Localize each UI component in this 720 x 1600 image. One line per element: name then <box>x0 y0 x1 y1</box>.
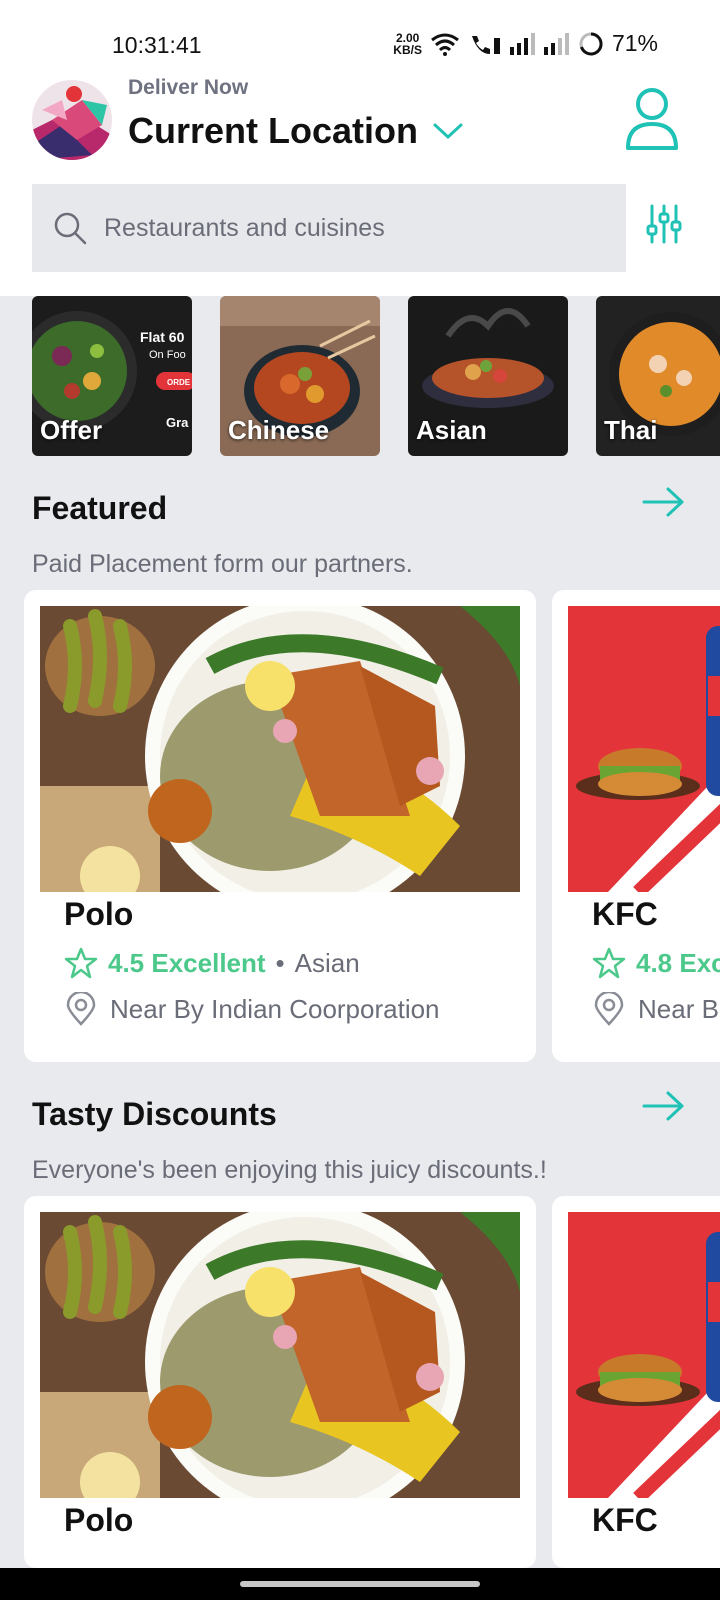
offer-banner-title: Flat 60 <box>140 329 185 345</box>
system-nav-bar <box>0 1568 720 1600</box>
restaurant-rating: 4.5 Excellent • Asian <box>64 946 360 980</box>
offer-banner-button: ORDE <box>167 378 191 387</box>
rating-value: 4.8 Exc <box>636 947 720 978</box>
signal-icon-sim1 <box>509 32 535 55</box>
search-icon <box>54 212 87 245</box>
battery-level: 71% <box>611 30 658 56</box>
deliver-label: Deliver Now <box>128 76 249 99</box>
profile-icon[interactable] <box>624 86 680 152</box>
category-label: Offer <box>40 415 103 445</box>
restaurant-card[interactable]: Polo <box>24 1196 536 1568</box>
featured-arrow-icon[interactable] <box>642 486 686 518</box>
discounts-subtitle: Everyone's been enjoying this juicy disc… <box>32 1156 547 1184</box>
restaurant-image <box>40 1212 520 1498</box>
restaurant-name: KFC <box>592 1502 658 1538</box>
offer-banner-extra: Gra <box>166 415 189 430</box>
status-time: 10:31:41 <box>112 32 202 58</box>
filter-icon[interactable] <box>646 204 682 244</box>
status-icons: 2.00 KB/S 71% <box>393 30 658 57</box>
star-icon <box>64 947 98 979</box>
restaurant-location: Near B <box>594 992 719 1026</box>
rating-value: 4.5 Excellent <box>108 947 266 978</box>
search-input[interactable]: Restaurants and cuisines <box>104 214 385 243</box>
star-icon <box>592 947 626 979</box>
restaurant-name: KFC <box>592 896 658 932</box>
discounts-title: Tasty Discounts <box>32 1096 277 1132</box>
restaurant-image <box>40 606 520 892</box>
location-text: Near By Indian Coorporation <box>110 993 440 1024</box>
category-asian[interactable]: Asian <box>408 296 568 456</box>
search-bar[interactable]: Restaurants and cuisines <box>32 184 626 272</box>
category-label: Asian <box>416 415 487 445</box>
location-text: Near B <box>638 993 719 1024</box>
category-chinese[interactable]: Chinese <box>220 296 380 456</box>
category-thai[interactable]: Thai <box>596 296 720 456</box>
location-pin-icon <box>66 992 96 1026</box>
featured-title: Featured <box>32 490 168 526</box>
category-offer[interactable]: Flat 60 On Foo ORDE Gra Offer <box>32 296 192 456</box>
restaurant-rating: 4.8 Exc <box>592 946 720 980</box>
location-pin-icon <box>594 992 624 1026</box>
home-gesture-handle[interactable] <box>240 1581 480 1587</box>
restaurant-name: Polo <box>64 896 134 932</box>
app-logo <box>32 80 112 160</box>
restaurant-name: Polo <box>64 1502 134 1538</box>
location-selector[interactable]: Current Location <box>128 110 464 152</box>
category-label: Chinese <box>228 415 330 445</box>
chevron-down-icon <box>433 123 463 140</box>
app-header: Deliver Now Current Location Restaurants… <box>0 68 720 296</box>
featured-subtitle: Paid Placement form our partners. <box>32 550 413 578</box>
restaurant-image <box>568 606 720 892</box>
battery-icon <box>579 31 603 55</box>
signal-icon-sim2 <box>543 32 569 55</box>
restaurant-card[interactable]: Polo 4.5 Excellent • Asian Near By India… <box>24 590 536 1062</box>
restaurant-image <box>568 1212 720 1498</box>
category-carousel[interactable]: Flat 60 On Foo ORDE Gra Offer Chinese As… <box>32 296 720 456</box>
offer-banner-sub: On Foo <box>149 349 186 361</box>
restaurant-card[interactable]: KFC 4.8 Exc Near B <box>552 590 720 1062</box>
restaurant-card[interactable]: KFC <box>552 1196 720 1568</box>
discounts-arrow-icon[interactable] <box>642 1090 686 1122</box>
network-speed: 2.00 KB/S <box>393 30 422 57</box>
category-label: Thai <box>604 415 658 445</box>
cuisine-label: Asian <box>294 947 360 978</box>
wifi-call-icon <box>471 35 500 54</box>
location-text: Current Location <box>128 110 419 151</box>
rating-separator: • <box>275 947 285 978</box>
restaurant-location: Near By Indian Coorporation <box>66 992 440 1026</box>
wifi-icon <box>431 33 459 56</box>
